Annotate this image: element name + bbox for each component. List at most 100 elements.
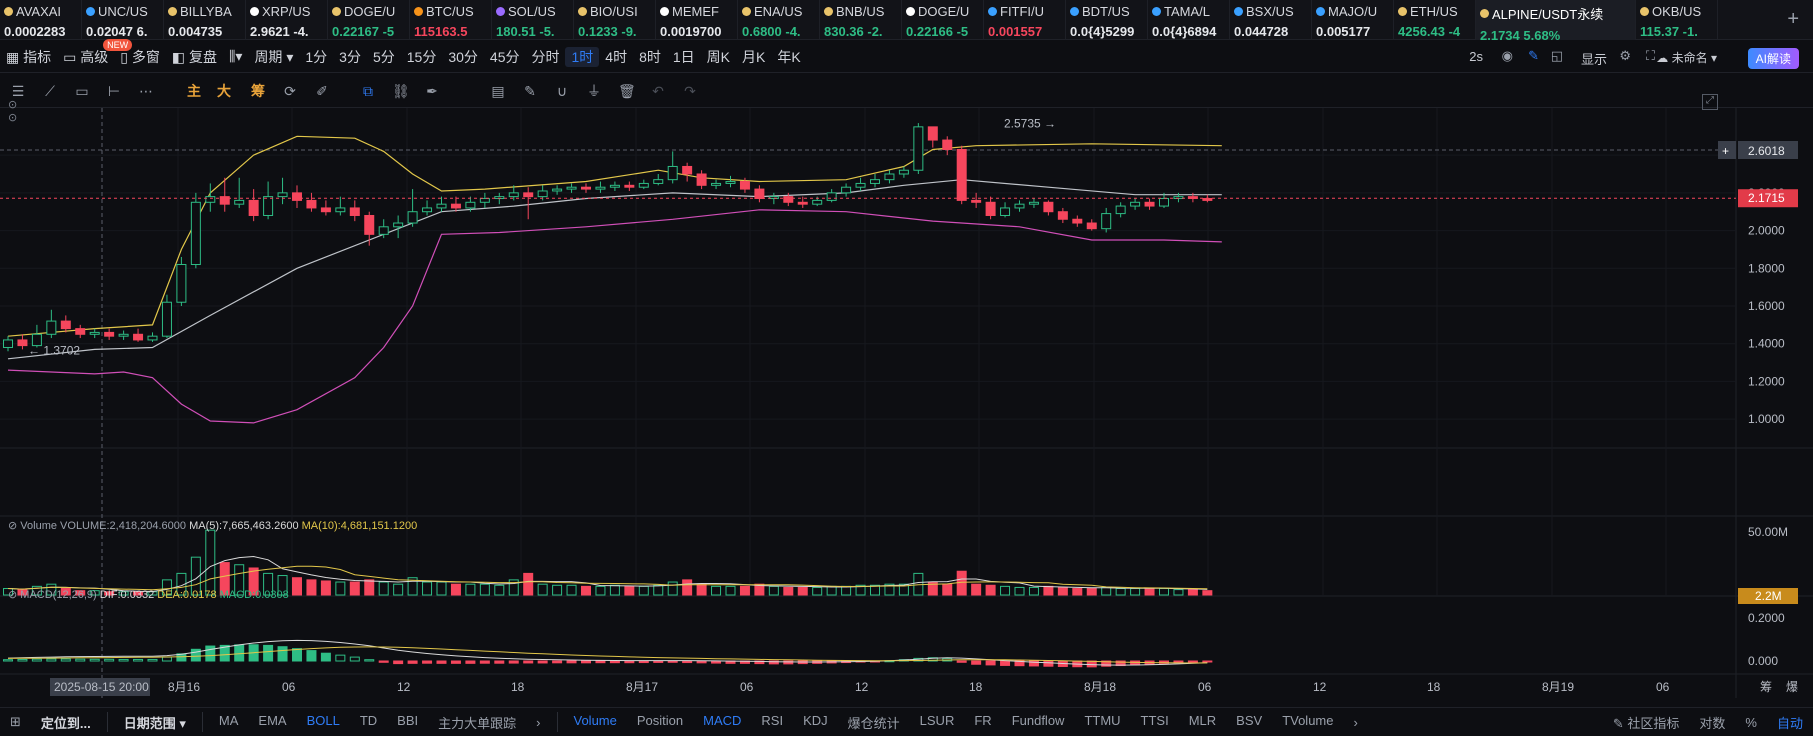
horizontal-line-icon[interactable]: ⊢	[106, 83, 122, 99]
ticker-tab[interactable]: SOL/US 180.51 -5.	[492, 0, 574, 40]
ticker-tab[interactable]: BILLYBA 0.004735	[164, 0, 246, 40]
clipboard-icon[interactable]: ▤	[490, 83, 506, 99]
ticker-tab[interactable]: UNC/US 0.02047 6.	[82, 0, 164, 40]
magnet-icon[interactable]: ∪	[554, 83, 570, 99]
camera-icon[interactable]: ◉	[1502, 48, 1513, 64]
layout-name-dropdown[interactable]: ☁ 未命名 ▾	[1656, 49, 1717, 66]
ruler-icon[interactable]: ⟋	[42, 83, 58, 99]
indicator-option[interactable]: BSV	[1226, 713, 1272, 732]
copy-icon[interactable]: ⧉	[360, 83, 376, 99]
expand-icon[interactable]: ⤢	[1702, 94, 1718, 110]
note-icon[interactable]: ✎	[522, 83, 538, 99]
collapse-legend-icon[interactable]: ⊙ ⊙	[8, 98, 17, 124]
indicator-option[interactable]: TVolume	[1272, 713, 1343, 732]
chart-type-icon[interactable]: ⫼▾	[223, 48, 248, 65]
pencil-icon[interactable]: ✎	[1528, 48, 1539, 64]
interval-option[interactable]: 45分	[484, 47, 526, 67]
link-icon[interactable]: ⛓	[392, 83, 410, 99]
advanced-button[interactable]: ▭ 高级 NEW	[57, 38, 133, 67]
ticker-tab[interactable]: BSX/US 0.044728	[1230, 0, 1312, 40]
ticker-tab[interactable]: DOGE/U 0.22167 -5	[328, 0, 410, 40]
indicator-option[interactable]: 主力大单跟踪	[428, 713, 526, 732]
chart-area[interactable]: 2.40002.20002.00001.80001.60001.40001.20…	[0, 94, 1813, 698]
auto-scale-button[interactable]: 自动	[1767, 713, 1813, 732]
ticker-tab[interactable]: AVAXAI 0.0002283	[0, 0, 82, 40]
indicator-option[interactable]: MA	[209, 713, 249, 732]
trash-icon[interactable]: 🗑	[618, 83, 636, 99]
interval-option[interactable]: 3分	[333, 47, 367, 67]
chart-canvas[interactable]: 2.40002.20002.00001.80001.60001.40001.20…	[0, 108, 1813, 698]
replay-button[interactable]: ◧ 复盘	[166, 47, 223, 67]
indicator-option[interactable]: MACD	[693, 713, 751, 732]
ticker-tab[interactable]: OKB/US 115.37 -1.	[1636, 0, 1718, 40]
sync-icon[interactable]: ⟳	[282, 83, 298, 99]
interval-option[interactable]: 4时	[599, 47, 633, 67]
indicator-option[interactable]: MLR	[1179, 713, 1226, 732]
interval-option[interactable]: 周K	[701, 47, 736, 67]
locate-to-button[interactable]: 定位到...	[31, 713, 101, 732]
interval-option[interactable]: 1时	[565, 46, 600, 67]
indicator-option[interactable]: Volume	[564, 713, 627, 732]
undo-icon[interactable]: ↶	[650, 83, 666, 99]
display-button[interactable]: 显示	[1581, 49, 1607, 68]
resize-icon[interactable]: ⊞	[0, 714, 31, 730]
ticker-tab[interactable]: XRP/US 2.9621 -4.	[246, 0, 328, 40]
ticker-tab[interactable]: ALPINE/USDT永续 2.1734 5.68%	[1476, 0, 1636, 40]
refresh-rate[interactable]: 2s	[1469, 49, 1483, 64]
chips-button[interactable]: 筹	[250, 83, 266, 99]
log-scale-button[interactable]: 对数	[1689, 713, 1735, 732]
ticker-tab[interactable]: ETH/US 4256.43 -4	[1394, 0, 1476, 40]
interval-option[interactable]: 分时	[525, 47, 565, 67]
indicator-option[interactable]: 爆仓统计	[838, 713, 910, 732]
add-tab-icon[interactable]: +	[1787, 8, 1799, 31]
indicator-option[interactable]: EMA	[248, 713, 296, 732]
menu-icon[interactable]: ☰	[10, 83, 26, 99]
more-icon[interactable]: ⋯	[138, 83, 154, 99]
rectangle-icon[interactable]: ▭	[74, 83, 90, 99]
ticker-tab[interactable]: BDT/US 0.0{4}5299	[1066, 0, 1148, 40]
indicator-option[interactable]: BBI	[387, 713, 428, 732]
indicator-option[interactable]: BOLL	[297, 713, 350, 732]
indicators-button[interactable]: ▦ 指标	[0, 47, 57, 67]
indicator-option[interactable]: FR	[964, 713, 1001, 732]
ticker-tab[interactable]: MEMEF 0.0019700	[656, 0, 738, 40]
ticker-tab[interactable]: MAJO/U 0.005177	[1312, 0, 1394, 40]
indicator-option[interactable]: RSI	[751, 713, 793, 732]
filter-icon[interactable]: ⏚	[586, 83, 602, 99]
ticker-tab[interactable]: ENA/US 0.6800 -4.	[738, 0, 820, 40]
interval-option[interactable]: 5分	[367, 47, 401, 67]
ticker-tab[interactable]: BIO/USI 0.1233 -9.	[574, 0, 656, 40]
main-more-icon[interactable]: ›	[526, 715, 550, 730]
interval-option[interactable]: 8时	[633, 47, 667, 67]
ticker-tab[interactable]: BTC/US 115163.5	[410, 0, 492, 40]
indicator-option[interactable]: KDJ	[793, 713, 838, 732]
interval-option[interactable]: 1分	[299, 47, 333, 67]
ai-interpret-button[interactable]: AI解读	[1747, 48, 1799, 69]
percent-button[interactable]: %	[1735, 715, 1767, 730]
indicator-option[interactable]: TTSI	[1131, 713, 1179, 732]
interval-option[interactable]: 月K	[736, 47, 771, 67]
interval-option[interactable]: 年K	[771, 47, 806, 67]
redo-icon[interactable]: ↷	[682, 83, 698, 99]
indicator-option[interactable]: TTMU	[1074, 713, 1130, 732]
multi-window-button[interactable]: ▯ 多窗	[114, 47, 166, 67]
community-indicator-button[interactable]: ✎ 社区指标	[1603, 713, 1690, 732]
interval-option[interactable]: 30分	[442, 47, 484, 67]
date-range-dropdown[interactable]: 日期范围 ▾	[114, 713, 196, 732]
collapse-icon[interactable]: ⊘	[8, 589, 17, 601]
interval-option[interactable]: 15分	[401, 47, 443, 67]
big-order-button[interactable]: 大	[216, 83, 232, 99]
period-dropdown[interactable]: 周期 ▾	[248, 47, 299, 67]
settings-icon[interactable]: ⚙	[1619, 48, 1631, 64]
indicator-option[interactable]: Position	[627, 713, 693, 732]
indicator-option[interactable]: Fundflow	[1002, 713, 1075, 732]
collapse-icon[interactable]: ⊘	[8, 520, 17, 532]
indicator-option[interactable]: TD	[350, 713, 387, 732]
interval-option[interactable]: 1日	[667, 47, 701, 67]
window-icon[interactable]: ◱	[1551, 48, 1563, 64]
fullscreen-icon[interactable]: ⛶	[1646, 48, 1655, 64]
ticker-tab[interactable]: BNB/US 830.36 -2.	[820, 0, 902, 40]
brush-icon[interactable]: ✐	[314, 83, 330, 99]
ticker-tab[interactable]: DOGE/U 0.22166 -5	[902, 0, 984, 40]
ticker-tab[interactable]: TAMA/L 0.0{4}6894	[1148, 0, 1230, 40]
